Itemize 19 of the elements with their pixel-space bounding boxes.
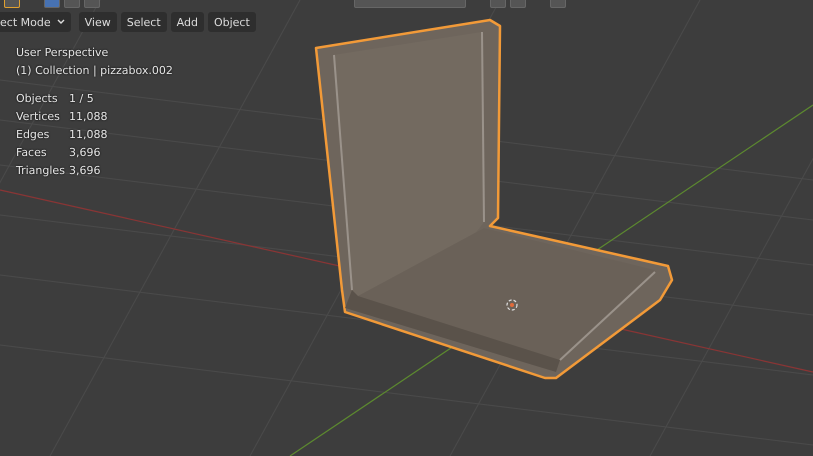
- stat-value: 3,696: [69, 163, 100, 179]
- stat-value: 3,696: [69, 145, 100, 161]
- 3d-cursor-icon: [506, 299, 518, 311]
- stat-value: 1 / 5: [69, 91, 94, 107]
- stat-value: 11,088: [69, 109, 108, 125]
- stat-label: Vertices: [16, 109, 61, 125]
- collection-label: (1) Collection | pizzabox.002: [16, 63, 173, 79]
- menu-button[interactable]: Object: [208, 12, 256, 32]
- stat-label: Edges: [16, 127, 50, 143]
- menu-button[interactable]: View: [78, 12, 117, 32]
- stat-value: 11,088: [69, 127, 108, 143]
- view-name: User Perspective: [16, 45, 110, 61]
- stat-label: Objects: [16, 91, 59, 107]
- stat-label: Triangles: [16, 163, 66, 179]
- stat-label: Faces: [16, 145, 48, 161]
- menu-button[interactable]: Add: [170, 12, 204, 32]
- menu-button[interactable]: Select: [120, 12, 167, 32]
- chevron-icon: [56, 19, 65, 25]
- mode-dropdown[interactable]: ect Mode: [0, 12, 71, 32]
